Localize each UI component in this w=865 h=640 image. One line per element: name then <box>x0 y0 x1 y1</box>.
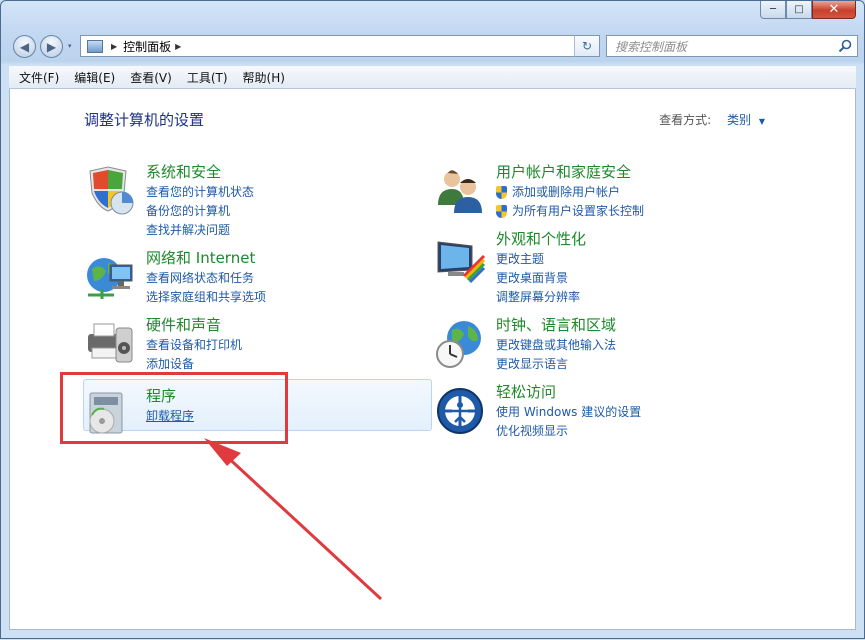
annotation-arrow <box>204 438 383 601</box>
control-panel-window: ─ □ ✕ ◀ ▶ ▾ ▶ 控制面板 ▶ ▾ ↻ 搜索控制面板 文件(F) 编辑… <box>0 0 865 639</box>
